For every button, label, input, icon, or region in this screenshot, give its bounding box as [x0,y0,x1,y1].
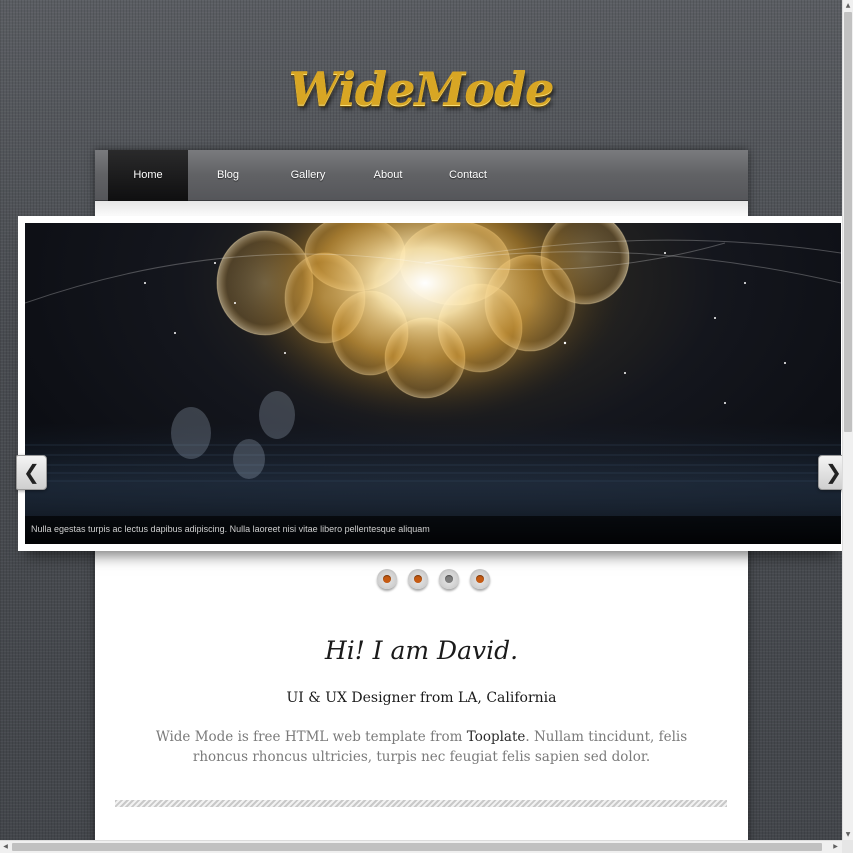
section-divider [115,800,727,807]
scroll-up-icon[interactable]: ▲ [843,0,853,11]
scroll-left-icon[interactable]: ◀ [0,841,11,853]
intro-subtitle: UI & UX Designer from LA, California [286,690,557,706]
slider-dot-2[interactable] [408,569,428,589]
main-nav: Home Blog Gallery About Contact [95,150,748,201]
slide-image[interactable]: Nulla egestas turpis ac lectus dapibus a… [25,223,841,544]
vertical-scrollbar[interactable]: ▲ ▼ [842,0,853,840]
intro-desc-text: Wide Mode is free HTML web template from [155,729,467,745]
slide-caption-bar: Nulla egestas turpis ac lectus dapibus a… [25,516,841,544]
nav-item-blog[interactable]: Blog [188,150,268,201]
slider-dot-3[interactable] [439,569,459,589]
slider-prev-button[interactable]: ❮ [16,455,47,490]
slide-caption: Nulla egestas turpis ac lectus dapibus a… [31,524,430,534]
horizontal-scrollbar[interactable]: ◀ ▶ [0,840,842,853]
nav-item-home[interactable]: Home [108,150,188,201]
chevron-left-icon: ❮ [23,460,40,484]
intro-heading: Hi! I am David. [324,636,519,665]
chevron-right-icon: ❯ [825,460,842,484]
scroll-down-icon[interactable]: ▼ [843,829,853,840]
horizontal-scroll-thumb[interactable] [12,843,822,851]
nav-item-gallery[interactable]: Gallery [268,150,348,201]
site-logo[interactable]: WideMode [0,62,842,116]
slider-dot-4[interactable] [470,569,490,589]
light-burst-graphic [25,223,841,544]
slider-dot-1[interactable] [377,569,397,589]
vertical-scroll-thumb[interactable] [844,12,852,432]
intro-description: Wide Mode is free HTML web template from… [130,727,713,767]
tooplate-link[interactable]: Tooplate [467,729,526,745]
nav-item-contact[interactable]: Contact [428,150,508,201]
scrollbar-corner [842,840,853,853]
scroll-right-icon[interactable]: ▶ [830,841,841,853]
slider-pagination [377,569,497,591]
nav-item-about[interactable]: About [348,150,428,201]
